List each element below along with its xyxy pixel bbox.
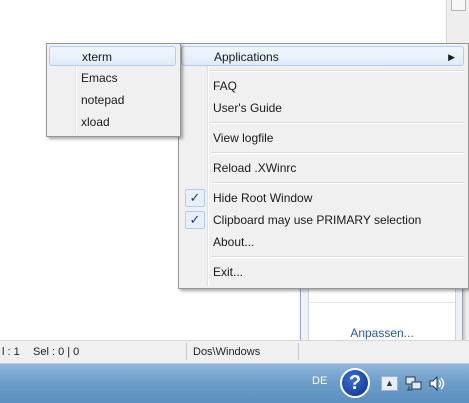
submenu-item-label: notepad [81,93,125,107]
menu-item-label: Reload .XWinrc [213,161,297,175]
menu-item-label: FAQ [213,79,238,93]
network-icon[interactable] [405,375,423,392]
submenu-item-label: xload [81,115,110,129]
menu-item-label: User's Guide [213,101,282,115]
menu-item-label: About... [213,235,255,249]
menu-item-about[interactable]: About... [181,232,464,252]
language-indicator[interactable]: DE [312,375,327,387]
submenu-item[interactable]: xload [49,112,176,132]
menu-item-clipboard-primary[interactable]: ✓ Clipboard may use PRIMARY selection [181,210,464,230]
show-hidden-icons-icon[interactable]: ▲ [381,376,398,391]
scrollbar-thumb[interactable] [451,0,466,11]
xwin-context-menu: Applications ▶ FAQ User's Guide View log… [178,43,469,289]
cursor-position: l : 1 [2,346,20,358]
menu-item-faq[interactable]: FAQ [181,76,464,96]
status-divider [186,343,187,360]
customize-link[interactable]: Anpassen... [309,326,455,340]
applications-submenu: xterm Emacs notepad xload [46,43,181,137]
checkmark-icon: ✓ [185,189,205,207]
menu-separator [211,122,464,124]
menu-item-exit[interactable]: Exit... [181,262,464,282]
menu-item-label: View logfile [213,131,274,145]
submenu-item[interactable]: xterm [49,46,176,66]
volume-icon[interactable] [428,375,447,392]
menu-separator [211,182,464,184]
help-icon[interactable]: ? [340,368,370,398]
submenu-item-label: xterm [82,50,112,64]
submenu-item[interactable]: Emacs [49,68,176,88]
menu-item-label: Hide Root Window [213,191,313,205]
checkmark-icon: ✓ [185,211,205,229]
menu-item-applications[interactable]: Applications ▶ [181,46,464,66]
tray-popup-divider [309,302,455,303]
menu-item-reload-xwinrc[interactable]: Reload .XWinrc [181,158,464,178]
menu-item-view-logfile[interactable]: View logfile [181,128,464,148]
menu-item-users-guide[interactable]: User's Guide [181,98,464,118]
menu-separator [211,256,464,258]
menu-item-hide-root-window[interactable]: ✓ Hide Root Window [181,188,464,208]
line-ending-mode: Dos\Windows [193,346,261,358]
menu-item-label: Exit... [213,265,244,279]
status-divider [298,343,299,360]
menu-item-label: Clipboard may use PRIMARY selection [213,213,422,227]
submenu-arrow-icon: ▶ [448,52,455,62]
menu-separator [211,152,464,154]
taskbar: DE ? ▲ [0,363,469,403]
menu-item-label: Applications [214,50,279,64]
menu-separator [211,70,464,72]
submenu-item[interactable]: notepad [49,90,176,110]
submenu-item-label: Emacs [81,71,118,85]
status-bar: l : 1 Sel : 0 | 0 Dos\Windows [0,340,469,363]
selection-info: Sel : 0 | 0 [33,346,80,358]
